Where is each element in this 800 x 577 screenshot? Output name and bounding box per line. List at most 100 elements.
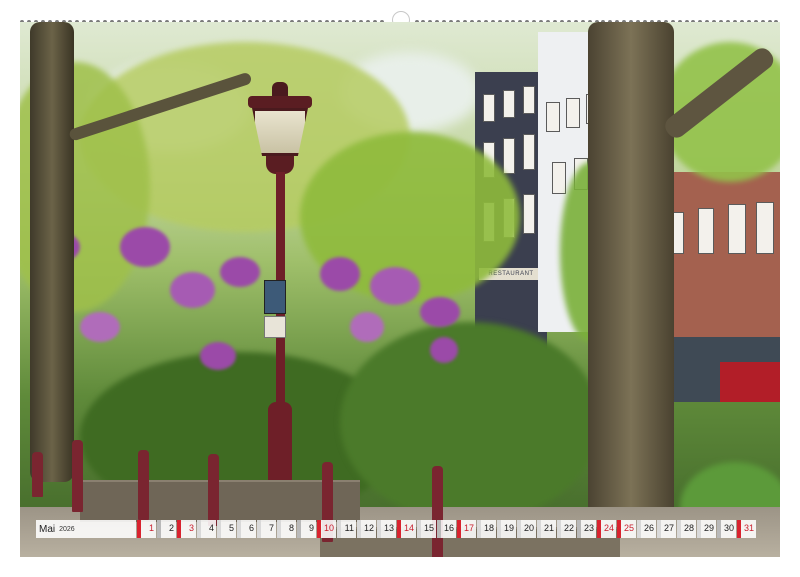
day-number: 12 <box>363 523 374 533</box>
day-number: 9 <box>308 523 314 533</box>
day-marker <box>437 520 441 538</box>
day-marker <box>537 520 541 538</box>
day-number: 17 <box>463 523 474 533</box>
calendar-day: 9 <box>297 520 316 538</box>
day-marker <box>517 520 521 538</box>
lilac-blossom <box>80 312 120 342</box>
day-number: 24 <box>603 523 614 533</box>
day-number: 16 <box>443 523 454 533</box>
bollard <box>432 466 443 557</box>
tree-trunk-right <box>588 22 674 557</box>
calendar-day: 3 <box>177 520 196 538</box>
day-number: 2 <box>168 523 174 533</box>
building-brick <box>660 172 780 402</box>
bush <box>340 322 600 522</box>
sign-on-lamp <box>264 280 286 314</box>
street-lamp-head <box>242 82 318 178</box>
day-marker <box>617 520 621 538</box>
bollard <box>72 440 83 512</box>
day-number: 26 <box>643 523 654 533</box>
lilac-blossom <box>200 342 236 370</box>
calendar-day: 30 <box>717 520 736 538</box>
calendar-day: 16 <box>437 520 456 538</box>
day-number: 14 <box>403 523 414 533</box>
day-number: 4 <box>208 523 214 533</box>
calendar-day: 18 <box>477 520 496 538</box>
day-number: 11 <box>344 523 354 533</box>
calendar-photo: RESTAURANT <box>20 22 780 557</box>
day-marker <box>737 520 741 538</box>
calendar-day: 31 <box>737 520 756 538</box>
calendar-day: 28 <box>677 520 696 538</box>
day-marker <box>317 520 321 538</box>
day-marker <box>697 520 701 538</box>
day-number: 10 <box>323 523 334 533</box>
calendar-day: 21 <box>537 520 556 538</box>
day-marker <box>577 520 581 538</box>
day-marker <box>657 520 661 538</box>
day-number: 28 <box>683 523 694 533</box>
day-marker <box>497 520 501 538</box>
calendar-day: 20 <box>517 520 536 538</box>
day-number: 15 <box>423 523 434 533</box>
calendar-day: 26 <box>637 520 656 538</box>
day-number: 8 <box>288 523 294 533</box>
day-marker <box>717 520 721 538</box>
day-marker <box>357 520 361 538</box>
calendar-day: 2 <box>157 520 176 538</box>
calendar-strip: Mai 2026 1 2 3 4 5 6 7 8 9 10 11 12 13 14 15 16 17 18 19 20… <box>36 520 756 538</box>
low-wall <box>80 480 360 522</box>
day-number: 27 <box>663 523 674 533</box>
calendar-day: 29 <box>697 520 716 538</box>
calendar-day: 15 <box>417 520 436 538</box>
day-marker <box>277 520 281 538</box>
calendar-day: 19 <box>497 520 516 538</box>
calendar-day: 23 <box>577 520 596 538</box>
bollard <box>138 450 149 520</box>
lilac-blossom <box>420 297 460 327</box>
lilac-blossom <box>120 227 170 267</box>
day-marker <box>377 520 381 538</box>
day-marker <box>337 520 341 538</box>
day-marker <box>637 520 641 538</box>
calendar-day: 11 <box>337 520 356 538</box>
day-marker <box>137 520 141 538</box>
tree-trunk-left <box>30 22 74 482</box>
day-marker <box>177 520 181 538</box>
calendar-day: 13 <box>377 520 396 538</box>
day-number: 23 <box>583 523 594 533</box>
calendar-day: 5 <box>217 520 236 538</box>
bollard <box>208 454 219 526</box>
calendar-day: 24 <box>597 520 616 538</box>
day-number: 22 <box>563 523 574 533</box>
day-marker <box>677 520 681 538</box>
year: 2026 <box>59 525 75 533</box>
day-number: 21 <box>543 523 554 533</box>
day-marker <box>457 520 461 538</box>
day-marker <box>477 520 481 538</box>
month-name: Mai <box>39 523 56 535</box>
calendar-day: 22 <box>557 520 576 538</box>
day-marker <box>217 520 221 538</box>
calendar-day: 27 <box>657 520 676 538</box>
day-number: 1 <box>148 523 154 533</box>
day-marker <box>397 520 401 538</box>
day-number: 6 <box>248 523 254 533</box>
day-number: 30 <box>723 523 734 533</box>
calendar-day: 7 <box>257 520 276 538</box>
calendar-page: RESTAURANT Mai 2026 1 2 3 4 5 6 7 8 9 10… <box>0 0 800 577</box>
calendar-day: 1 <box>137 520 156 538</box>
day-number: 29 <box>703 523 714 533</box>
day-marker <box>157 520 161 538</box>
lilac-blossom <box>430 337 458 363</box>
calendar-day: 25 <box>617 520 636 538</box>
lilac-blossom <box>320 257 360 291</box>
day-marker <box>597 520 601 538</box>
day-number: 19 <box>503 523 514 533</box>
day-number: 31 <box>743 523 754 533</box>
calendar-day: 8 <box>277 520 296 538</box>
day-marker <box>297 520 301 538</box>
sign-on-lamp <box>264 316 286 338</box>
calendar-day: 17 <box>457 520 476 538</box>
lilac-blossom <box>350 312 384 342</box>
